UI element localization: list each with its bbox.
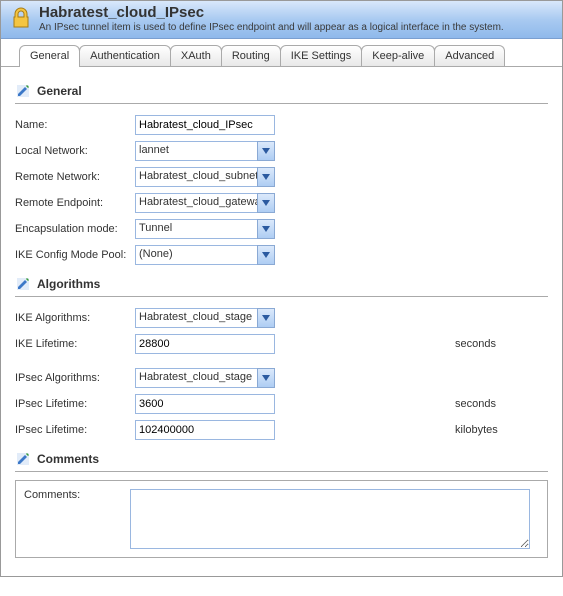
comments-box: Comments: [15,480,548,558]
encapsulation-mode-select[interactable]: Tunnel [135,219,275,239]
local-network-label: Local Network: [15,145,135,157]
ipsec-lifetime-sec-label: IPsec Lifetime: [15,398,135,410]
ike-algorithms-value: Habratest_cloud_stage [135,308,257,328]
edit-icon [15,276,31,292]
ike-algorithms-select[interactable]: Habratest_cloud_stage [135,308,275,328]
section-algorithms-header: Algorithms [15,268,548,296]
tab-routing[interactable]: Routing [221,45,281,66]
divider [15,103,548,104]
tab-authentication[interactable]: Authentication [79,45,171,66]
section-general-header: General [15,75,548,103]
section-comments-header: Comments [15,443,548,471]
ipsec-lifetime-kb-input[interactable] [135,420,275,440]
local-network-select[interactable]: lannet [135,141,275,161]
ike-config-mode-pool-value: (None) [135,245,257,265]
ike-algorithms-label: IKE Algorithms: [15,312,135,324]
remote-network-value: Habratest_cloud_subnet [135,167,257,187]
ipsec-lifetime-sec-unit: seconds [455,398,496,410]
name-label: Name: [15,119,135,131]
remote-network-select[interactable]: Habratest_cloud_subnet [135,167,275,187]
remote-endpoint-select[interactable]: Habratest_cloud_gateway [135,193,275,213]
chevron-down-icon[interactable] [257,193,275,213]
ipsec-lifetime-kb-unit: kilobytes [455,424,498,436]
comments-textarea[interactable] [130,489,530,549]
name-input[interactable] [135,115,275,135]
lock-icon [9,6,33,30]
chevron-down-icon[interactable] [257,368,275,388]
ike-config-mode-pool-label: IKE Config Mode Pool: [15,249,135,261]
section-algorithms-title: Algorithms [37,277,100,291]
ipsec-lifetime-kb-label: IPsec Lifetime: [15,424,135,436]
ike-lifetime-label: IKE Lifetime: [15,338,135,350]
remote-endpoint-value: Habratest_cloud_gateway [135,193,257,213]
ipsec-lifetime-sec-input[interactable] [135,394,275,414]
page-title: Habratest_cloud_IPsec [39,4,554,21]
edit-icon [15,83,31,99]
ipsec-algorithms-value: Habratest_cloud_stage [135,368,257,388]
ipsec-algorithms-select[interactable]: Habratest_cloud_stage [135,368,275,388]
ike-config-mode-pool-select[interactable]: (None) [135,245,275,265]
chevron-down-icon[interactable] [257,308,275,328]
encapsulation-mode-value: Tunnel [135,219,257,239]
encapsulation-mode-label: Encapsulation mode: [15,223,135,235]
chevron-down-icon[interactable] [257,167,275,187]
tab-general[interactable]: General [19,45,80,67]
ipsec-algorithms-label: IPsec Algorithms: [15,372,135,384]
section-general-title: General [37,84,82,98]
remote-endpoint-label: Remote Endpoint: [15,197,135,209]
page-subtitle: An IPsec tunnel item is used to define I… [39,22,554,33]
section-comments-title: Comments [37,452,99,466]
tab-advanced[interactable]: Advanced [434,45,505,66]
divider [15,296,548,297]
remote-network-label: Remote Network: [15,171,135,183]
edit-icon [15,451,31,467]
chevron-down-icon[interactable] [257,219,275,239]
tab-xauth[interactable]: XAuth [170,45,222,66]
tab-keep-alive[interactable]: Keep-alive [361,45,435,66]
ike-lifetime-input[interactable] [135,334,275,354]
page-header: Habratest_cloud_IPsec An IPsec tunnel it… [1,1,562,39]
ike-lifetime-unit: seconds [455,338,496,350]
chevron-down-icon[interactable] [257,245,275,265]
comments-label: Comments: [24,489,130,501]
chevron-down-icon[interactable] [257,141,275,161]
divider [15,471,548,472]
tab-ike-settings[interactable]: IKE Settings [280,45,363,66]
local-network-value: lannet [135,141,257,161]
tab-bar: General Authentication XAuth Routing IKE… [1,39,562,67]
